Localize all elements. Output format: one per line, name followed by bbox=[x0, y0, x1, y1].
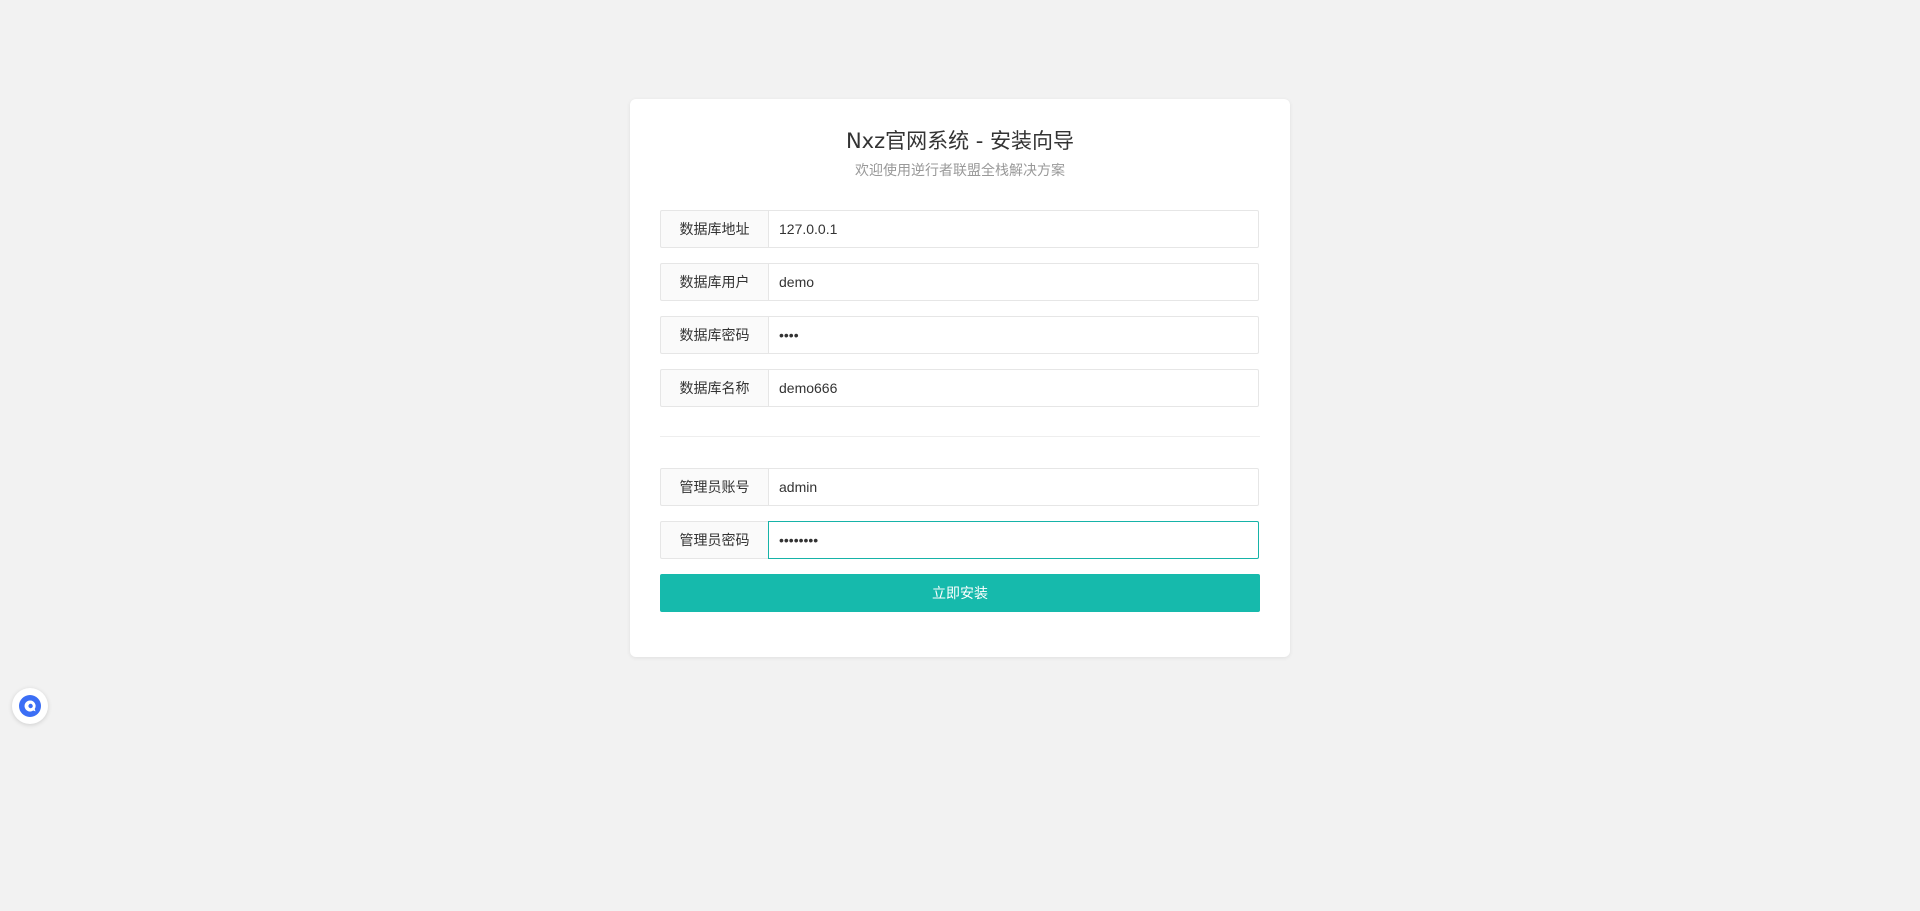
admin-password-row: 管理员密码 bbox=[660, 521, 1259, 559]
db-name-label: 数据库名称 bbox=[660, 369, 768, 407]
db-user-row: 数据库用户 bbox=[660, 263, 1259, 301]
admin-password-input[interactable] bbox=[768, 521, 1259, 559]
db-user-label: 数据库用户 bbox=[660, 263, 768, 301]
admin-account-input[interactable] bbox=[768, 468, 1259, 506]
admin-account-label: 管理员账号 bbox=[660, 468, 768, 506]
page-subtitle: 欢迎使用逆行者联盟全栈解决方案 bbox=[855, 163, 1065, 179]
db-password-row: 数据库密码 bbox=[660, 316, 1259, 354]
install-button[interactable]: 立即安装 bbox=[660, 574, 1260, 612]
db-host-label: 数据库地址 bbox=[660, 210, 768, 248]
db-user-input[interactable] bbox=[768, 263, 1259, 301]
admin-password-label: 管理员密码 bbox=[660, 521, 768, 559]
db-host-row: 数据库地址 bbox=[660, 210, 1259, 248]
chat-bubble-icon bbox=[19, 695, 41, 717]
db-name-input[interactable] bbox=[768, 369, 1259, 407]
admin-account-row: 管理员账号 bbox=[660, 468, 1259, 506]
page-title: Nxz官网系统 - 安装向导 bbox=[845, 129, 1075, 153]
db-host-input[interactable] bbox=[768, 210, 1259, 248]
db-password-input[interactable] bbox=[768, 316, 1259, 354]
db-name-row: 数据库名称 bbox=[660, 369, 1259, 407]
db-password-label: 数据库密码 bbox=[660, 316, 768, 354]
section-divider bbox=[660, 436, 1260, 437]
install-wizard-card: Nxz官网系统 - 安装向导 欢迎使用逆行者联盟全栈解决方案 数据库地址 数据库… bbox=[630, 99, 1290, 657]
floating-chat-widget[interactable] bbox=[12, 688, 48, 724]
